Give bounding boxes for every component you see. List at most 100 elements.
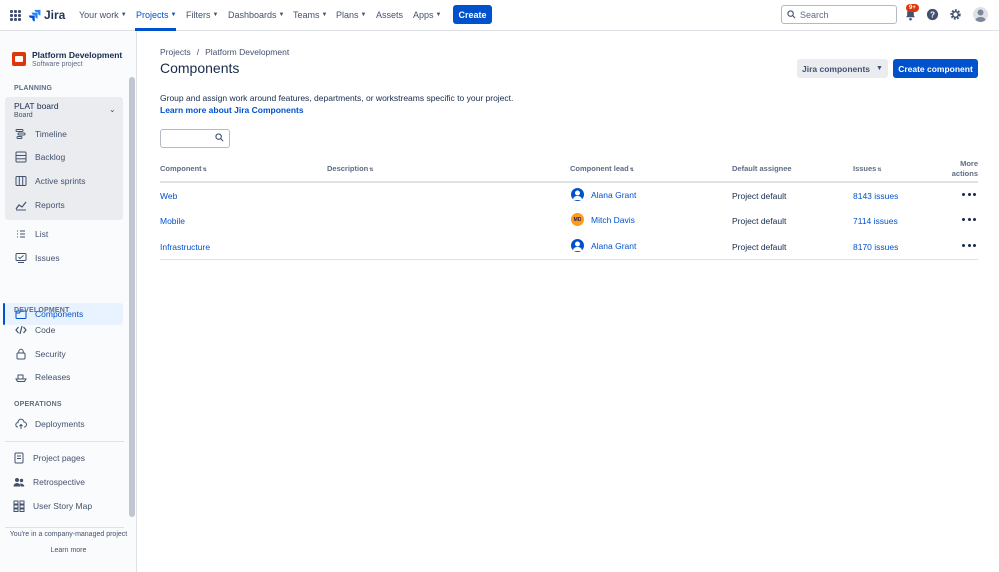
chevron-down-icon: ▼ (321, 12, 328, 18)
nav-label: Dashboards (228, 10, 277, 20)
ship-icon (15, 374, 27, 382)
more-actions-icon[interactable] (962, 189, 976, 199)
backlog-icon (15, 151, 27, 163)
sidebar-divider (5, 527, 124, 528)
nav-projects[interactable]: Projects ▼ (136, 10, 176, 20)
header-label: Component lead (570, 164, 629, 173)
jira-logo-text: Jira (44, 8, 66, 22)
settings-gear-icon[interactable] (949, 8, 962, 21)
sidebar-item-retrospective[interactable]: Retrospective (13, 476, 85, 488)
search-placeholder: Search (800, 9, 829, 20)
create-button[interactable]: Create (453, 5, 492, 24)
sidebar-item-backlog[interactable]: Backlog (15, 151, 65, 163)
description-text: Group and assign work around features, d… (160, 93, 514, 103)
issues-count-link[interactable]: 7114 issues (853, 216, 898, 226)
sidebar-item-reports[interactable]: Reports (15, 199, 65, 211)
chevron-down-icon: ▼ (278, 12, 285, 18)
board-columns-icon (15, 176, 27, 186)
search-input[interactable]: Search (781, 5, 897, 24)
breadcrumb-projects[interactable]: Projects (160, 47, 191, 57)
header-default-assignee: Default assignee (732, 164, 792, 173)
nav-label: Filters (186, 10, 211, 20)
header-issues[interactable]: Issues⇅ (853, 164, 882, 173)
nav-teams[interactable]: Teams ▼ (293, 10, 327, 20)
board-title[interactable]: PLAT board (14, 101, 59, 111)
app-switcher-icon[interactable] (10, 10, 21, 21)
list-icon (17, 230, 25, 238)
avatar: MD (571, 213, 584, 226)
project-header[interactable]: Platform Development Software project (12, 50, 122, 68)
sidebar-item-label: Releases (35, 372, 71, 382)
story-map-icon (13, 500, 25, 512)
sidebar-item-deployments[interactable]: Deployments (15, 418, 85, 430)
component-lead-link[interactable]: Alana Grant (591, 190, 636, 200)
chevron-down-icon: ▼ (170, 12, 177, 18)
nav-assets[interactable]: Assets (376, 10, 403, 20)
nav-label: Projects (136, 10, 169, 20)
more-actions-icon[interactable] (962, 214, 976, 224)
header-description[interactable]: Description⇅ (327, 164, 373, 173)
header-component[interactable]: Component⇅ (160, 164, 207, 173)
sidebar-item-label: Code (35, 325, 56, 335)
nav-label: Your work (79, 10, 119, 20)
learn-more-link[interactable]: Learn more (0, 547, 137, 554)
sidebar-item-label: Project pages (33, 453, 85, 463)
sidebar-item-label: List (35, 229, 49, 239)
chevron-down-icon: ▼ (435, 12, 442, 18)
sidebar-divider (5, 441, 124, 442)
default-assignee: Project default (732, 191, 787, 201)
nav-your-work[interactable]: Your work ▼ (79, 10, 127, 20)
nav-apps[interactable]: Apps ▼ (413, 10, 441, 20)
sidebar-item-label: Backlog (35, 152, 66, 162)
user-avatar[interactable] (973, 7, 988, 22)
component-name-link[interactable]: Infrastructure (160, 242, 210, 252)
jira-components-button[interactable]: Jira components ▼ (797, 59, 888, 78)
project-sidebar: Platform Development Software project PL… (0, 31, 137, 572)
issues-inbox-icon (15, 253, 27, 263)
breadcrumb-platform-development[interactable]: Platform Development (205, 47, 289, 57)
reports-chart-icon (15, 201, 27, 211)
sidebar-item-label: User Story Map (33, 501, 93, 511)
issues-count-link[interactable]: 8143 issues (853, 191, 898, 201)
code-icon (15, 325, 27, 335)
jira-logo-icon (28, 9, 41, 21)
component-lead-link[interactable]: Alana Grant (591, 241, 636, 251)
page-description: Group and assign work around features, d… (160, 92, 513, 116)
sidebar-item-active-sprints[interactable]: Active sprints (15, 175, 86, 187)
sidebar-item-timeline[interactable]: Timeline (15, 128, 67, 140)
operations-section-label: OPERATIONS (14, 401, 62, 408)
jira-logo[interactable]: Jira (28, 8, 65, 22)
nav-label: Teams (293, 10, 320, 20)
sidebar-item-releases[interactable]: Releases (15, 371, 70, 383)
sidebar-item-issues[interactable]: Issues (15, 252, 60, 264)
lock-icon (16, 348, 26, 360)
nav-plans[interactable]: Plans ▼ (336, 10, 366, 20)
learn-more-components-link[interactable]: Learn more about Jira Components (160, 104, 513, 116)
sort-icon: ⇅ (202, 167, 207, 173)
sidebar-item-security[interactable]: Security (15, 348, 66, 360)
more-actions-icon[interactable] (962, 240, 976, 250)
sidebar-item-user-story-map[interactable]: User Story Map (13, 500, 92, 512)
chevron-down-icon: ▼ (360, 12, 367, 18)
component-name-link[interactable]: Web (160, 191, 177, 201)
sidebar-scrollbar[interactable] (129, 77, 135, 517)
nav-dashboards[interactable]: Dashboards ▼ (228, 10, 284, 20)
header-component-lead[interactable]: Component lead⇅ (570, 164, 634, 173)
create-component-button[interactable]: Create component (893, 59, 978, 78)
component-lead-link[interactable]: Mitch Davis (591, 215, 635, 225)
nav-filters[interactable]: Filters ▼ (186, 10, 218, 20)
sidebar-item-list[interactable]: List (15, 228, 48, 240)
chevron-down-icon[interactable]: ⌄ (109, 105, 116, 114)
user-avatar-icon (573, 241, 582, 251)
sidebar-item-label: Reports (35, 200, 65, 210)
sidebar-item-project-pages[interactable]: Project pages (13, 452, 85, 464)
user-avatar-icon (975, 9, 986, 22)
help-icon[interactable]: ? (926, 8, 939, 21)
sidebar-item-code[interactable]: Code (15, 324, 55, 336)
sort-icon: ⇅ (877, 167, 882, 173)
issues-count-link[interactable]: 8170 issues (853, 242, 898, 252)
nav-label: Apps (413, 10, 434, 20)
development-section-label: DEVELOPMENT (14, 307, 70, 314)
component-name-link[interactable]: Mobile (160, 216, 185, 226)
cloud-upload-icon (15, 418, 27, 429)
